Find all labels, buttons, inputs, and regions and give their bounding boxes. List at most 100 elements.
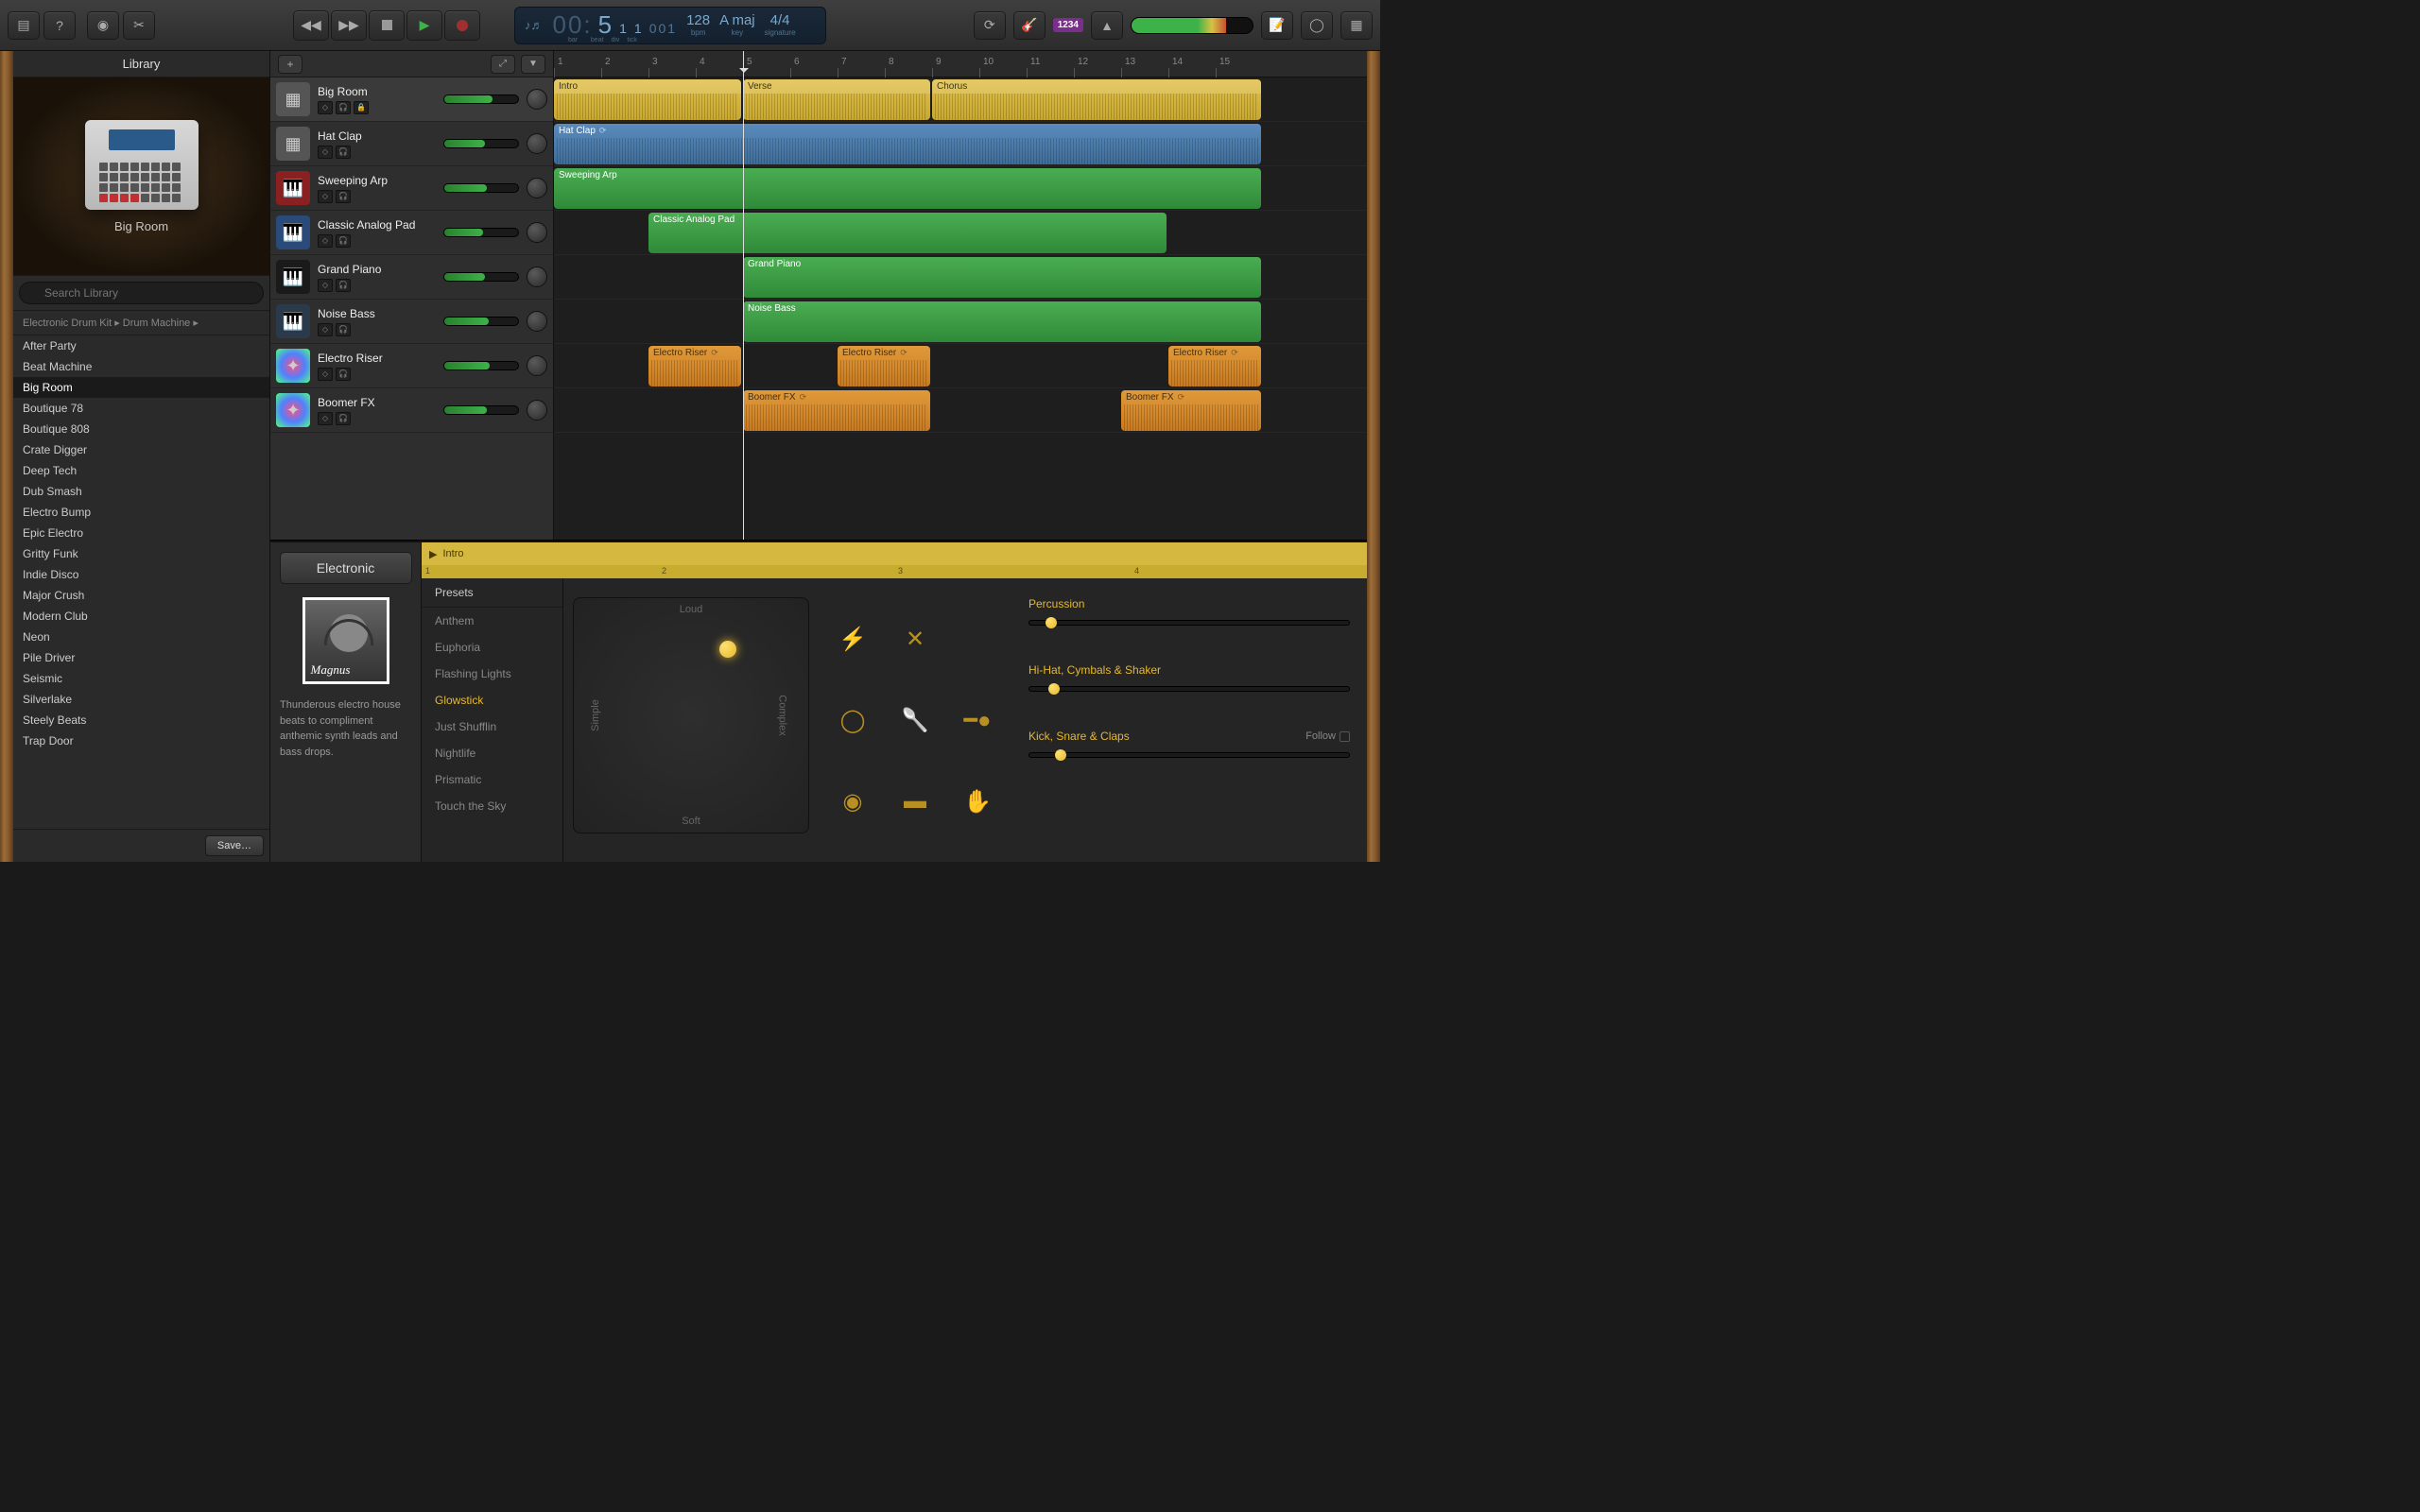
solo-button[interactable]: 🎧 [336, 279, 351, 292]
region-play-icon[interactable]: ▶ [429, 548, 437, 560]
track-volume-slider[interactable] [443, 405, 519, 415]
mute-button[interactable]: ◇ [318, 412, 333, 425]
library-item[interactable]: Steely Beats [13, 710, 269, 730]
mute-button[interactable]: ◇ [318, 101, 333, 114]
library-item[interactable]: Seismic [13, 668, 269, 689]
kit-clap-icon[interactable]: ✋ [963, 788, 992, 816]
mute-button[interactable]: ◇ [318, 279, 333, 292]
drummer-portrait[interactable]: Magnus [302, 597, 389, 684]
preset-item[interactable]: Nightlife [422, 740, 562, 766]
library-item[interactable]: Neon [13, 627, 269, 647]
region[interactable]: Electro Riser⟳ [648, 346, 741, 387]
solo-button[interactable]: 🎧 [336, 368, 351, 381]
mute-button[interactable]: ◇ [318, 146, 333, 159]
region[interactable]: Chorus [932, 79, 1261, 120]
kit-sticks-icon[interactable]: ✕ [906, 626, 925, 653]
play-button[interactable]: ▶ [406, 10, 442, 41]
media-browser-button[interactable]: ▦ [1340, 11, 1373, 40]
preset-item[interactable]: Touch the Sky [422, 793, 562, 819]
library-item[interactable]: Dub Smash [13, 481, 269, 502]
track-volume-slider[interactable] [443, 94, 519, 104]
track-header-config-button[interactable]: ⤢ [491, 55, 515, 74]
master-volume[interactable] [1131, 17, 1253, 34]
region[interactable]: Electro Riser⟳ [838, 346, 930, 387]
track-pan-knob[interactable] [527, 89, 547, 110]
track-volume-slider[interactable] [443, 228, 519, 237]
follow-checkbox[interactable]: Follow [1305, 730, 1350, 742]
library-toggle-button[interactable]: ▤ [8, 11, 40, 40]
library-item[interactable]: Gritty Funk [13, 543, 269, 564]
region[interactable]: Boomer FX⟳ [1121, 390, 1261, 431]
solo-button[interactable]: 🎧 [336, 101, 351, 114]
timeline-row[interactable]: Hat Clap⟳ [554, 122, 1367, 166]
track-header[interactable]: ✦ Boomer FX ◇ 🎧 [270, 388, 553, 433]
library-item[interactable]: Electro Bump [13, 502, 269, 523]
cycle-button[interactable]: ⟳ [974, 11, 1006, 40]
complexity-slider[interactable] [1028, 686, 1350, 692]
complexity-slider[interactable] [1028, 620, 1350, 626]
kit-bolt-icon[interactable]: ⚡ [838, 626, 867, 653]
bar-ruler[interactable]: 123456789101112131415 [554, 51, 1367, 77]
lcd-display[interactable]: ♪♬ 00: 5 1 1 001 bar beat div tick 128bp… [514, 7, 826, 44]
mute-button[interactable]: ◇ [318, 323, 333, 336]
library-item[interactable]: Boutique 808 [13, 419, 269, 439]
xy-pad[interactable]: Loud Soft Simple Complex [573, 597, 809, 833]
timeline-row[interactable]: Classic Analog Pad [554, 211, 1367, 255]
complexity-slider[interactable] [1028, 752, 1350, 758]
xy-dot[interactable] [719, 641, 736, 658]
preset-item[interactable]: Just Shufflin [422, 713, 562, 740]
solo-button[interactable]: 🎧 [336, 234, 351, 248]
region[interactable]: Intro [554, 79, 741, 120]
track-header[interactable]: 🎹 Classic Analog Pad ◇ 🎧 [270, 211, 553, 255]
track-header[interactable]: 🎹 Noise Bass ◇ 🎧 [270, 300, 553, 344]
solo-button[interactable]: 🎧 [336, 146, 351, 159]
count-in-button[interactable]: 1234 [1053, 18, 1083, 32]
editor-region-bar[interactable]: ▶ Intro [422, 542, 1367, 565]
editor-ruler[interactable]: 1234 [422, 565, 1367, 578]
track-header[interactable]: ▦ Big Room ◇ 🎧 🔒 [270, 77, 553, 122]
library-item[interactable]: Modern Club [13, 606, 269, 627]
solo-button[interactable]: 🎧 [336, 412, 351, 425]
preset-item[interactable]: Glowstick [422, 687, 562, 713]
kit-shaker-icon[interactable]: 🥄 [901, 707, 929, 734]
track-volume-slider[interactable] [443, 361, 519, 370]
lock-button[interactable]: 🔒 [354, 101, 369, 114]
lcd-bpm[interactable]: 128 [686, 13, 710, 27]
library-item[interactable]: Crate Digger [13, 439, 269, 460]
timeline-row[interactable]: Boomer FX⟳Boomer FX⟳ [554, 388, 1367, 433]
timeline-row[interactable]: Electro Riser⟳Electro Riser⟳Electro Rise… [554, 344, 1367, 388]
drummer-category-button[interactable]: Electronic [280, 552, 412, 584]
mute-button[interactable]: ◇ [318, 234, 333, 248]
track-volume-slider[interactable] [443, 317, 519, 326]
timeline-row[interactable]: Noise Bass [554, 300, 1367, 344]
track-filter-button[interactable]: ▼ [521, 55, 545, 74]
quick-help-button[interactable]: ? [43, 11, 76, 40]
rewind-button[interactable]: ◀◀ [293, 10, 329, 41]
library-item[interactable]: Trap Door [13, 730, 269, 751]
kit-cymbal-icon[interactable]: ━● [964, 707, 992, 734]
track-pan-knob[interactable] [527, 133, 547, 154]
track-volume-slider[interactable] [443, 139, 519, 148]
tuner-button[interactable]: 🎸 [1013, 11, 1046, 40]
arrangement-timeline[interactable]: 123456789101112131415 IntroVerseChorusHa… [554, 51, 1367, 540]
add-track-button[interactable]: + [278, 55, 302, 74]
track-pan-knob[interactable] [527, 178, 547, 198]
track-header[interactable]: ▦ Hat Clap ◇ 🎧 [270, 122, 553, 166]
region[interactable]: Hat Clap⟳ [554, 124, 1261, 164]
save-button[interactable]: Save… [205, 835, 264, 856]
track-pan-knob[interactable] [527, 355, 547, 376]
track-header[interactable]: 🎹 Sweeping Arp ◇ 🎧 [270, 166, 553, 211]
track-volume-slider[interactable] [443, 272, 519, 282]
library-item[interactable]: Big Room [13, 377, 269, 398]
region[interactable]: Classic Analog Pad [648, 213, 1167, 253]
library-item[interactable]: Epic Electro [13, 523, 269, 543]
track-header[interactable]: ✦ Electro Riser ◇ 🎧 [270, 344, 553, 388]
forward-button[interactable]: ▶▶ [331, 10, 367, 41]
metronome-button[interactable]: ▲ [1091, 11, 1123, 40]
library-item[interactable]: Beat Machine [13, 356, 269, 377]
playhead[interactable] [743, 51, 744, 540]
timeline-row[interactable]: IntroVerseChorus [554, 77, 1367, 122]
preset-item[interactable]: Euphoria [422, 634, 562, 661]
region[interactable]: Sweeping Arp [554, 168, 1261, 209]
stop-button[interactable] [369, 10, 405, 41]
